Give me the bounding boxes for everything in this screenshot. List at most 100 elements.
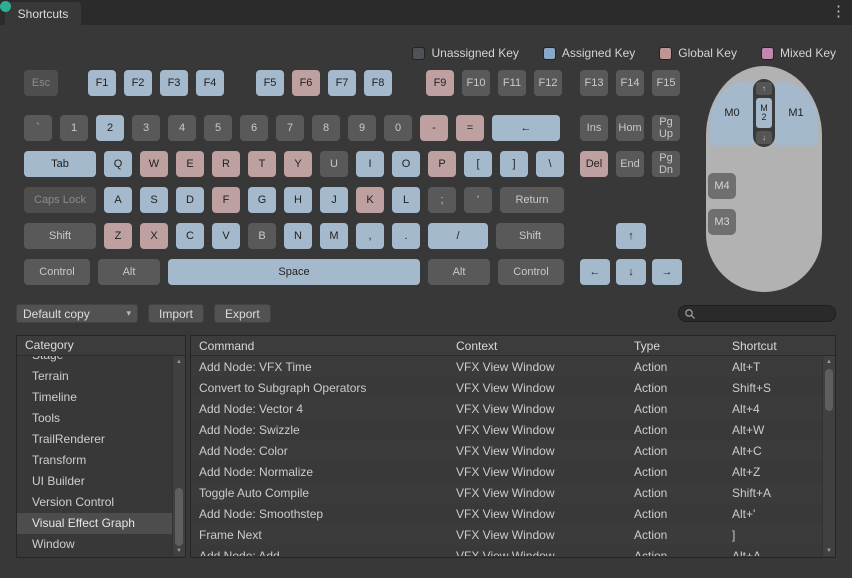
table-row[interactable]: Add Node: SwizzleVFX View WindowActionAl… [191,419,822,440]
key-shift[interactable]: Shift [496,223,564,249]
key-3[interactable]: 3 [132,115,160,141]
table-scrollbar-thumb[interactable] [825,369,833,411]
key-f14[interactable]: F14 [616,70,644,96]
key-return[interactable]: Return [500,187,564,213]
key-t[interactable]: T [248,151,276,177]
key-v[interactable]: V [212,223,240,249]
import-button[interactable]: Import [148,304,204,323]
scroll-down-icon[interactable]: ▼ [823,545,835,556]
category-item-window[interactable]: Window [17,534,172,555]
category-item-terrain[interactable]: Terrain [17,366,172,387]
key-f10[interactable]: F10 [462,70,490,96]
key-n[interactable]: N [284,223,312,249]
key-pg-dn[interactable]: Pg Dn [652,151,680,177]
category-item-ui-builder[interactable]: UI Builder [17,471,172,492]
key-6[interactable]: 6 [240,115,268,141]
key-m[interactable]: M [320,223,348,249]
key-alt[interactable]: Alt [98,259,160,285]
key-q[interactable]: Q [104,151,132,177]
table-row[interactable]: Add Node: AddVFX View WindowActionAlt+A [191,545,822,556]
table-row[interactable]: Add Node: Vector 4VFX View WindowActionA… [191,398,822,419]
search-input[interactable] [696,307,830,321]
key-k[interactable]: K [356,187,384,213]
key-[[interactable]: [ [464,151,492,177]
key-][interactable]: ] [500,151,528,177]
table-row[interactable]: Add Node: VFX TimeVFX View WindowActionA… [191,356,822,377]
key-8[interactable]: 8 [312,115,340,141]
key-f8[interactable]: F8 [364,70,392,96]
key-.[interactable]: . [392,223,420,249]
key-`[interactable]: ` [24,115,52,141]
key-p[interactable]: P [428,151,456,177]
key-a[interactable]: A [104,187,132,213]
key-ins[interactable]: Ins [580,115,608,141]
key-j[interactable]: J [320,187,348,213]
key-1[interactable]: 1 [60,115,88,141]
category-item-trailrenderer[interactable]: TrailRenderer [17,429,172,450]
mouse-button-m1[interactable]: M1 [774,81,818,145]
key-f11[interactable]: F11 [498,70,526,96]
key-g[interactable]: G [248,187,276,213]
key-↓[interactable]: ↓ [616,259,646,285]
wheel-up-button[interactable]: ↑ [756,82,772,95]
key-=[interactable]: = [456,115,484,141]
wheel-down-button[interactable]: ↓ [756,131,772,144]
category-item-transform[interactable]: Transform [17,450,172,471]
mouse-button-m3[interactable]: M3 [708,209,736,235]
key-c[interactable]: C [176,223,204,249]
mouse-button-m0[interactable]: M0 [710,81,754,145]
key-shift[interactable]: Shift [24,223,96,249]
key-w[interactable]: W [140,151,168,177]
category-item-timeline[interactable]: Timeline [17,387,172,408]
key-esc[interactable]: Esc [24,70,58,96]
tab-shortcuts[interactable]: Shortcuts [5,2,81,25]
key-alt[interactable]: Alt [428,259,490,285]
key-r[interactable]: R [212,151,240,177]
column-header-context[interactable]: Context [456,339,634,353]
table-row[interactable]: Frame NextVFX View WindowAction] [191,524,822,545]
key-u[interactable]: U [320,151,348,177]
table-row[interactable]: Add Node: NormalizeVFX View WindowAction… [191,461,822,482]
key-f5[interactable]: F5 [256,70,284,96]
key-f6[interactable]: F6 [292,70,320,96]
table-row[interactable]: Convert to Subgraph OperatorsVFX View Wi… [191,377,822,398]
key-f[interactable]: F [212,187,240,213]
key-d[interactable]: D [176,187,204,213]
key-l[interactable]: L [392,187,420,213]
search-field[interactable] [678,305,836,322]
key-f1[interactable]: F1 [88,70,116,96]
category-item-visual-effect-graph[interactable]: Visual Effect Graph [17,513,172,534]
key-f12[interactable]: F12 [534,70,562,96]
key-7[interactable]: 7 [276,115,304,141]
key-4[interactable]: 4 [168,115,196,141]
scroll-down-icon[interactable]: ▼ [173,545,185,556]
key-f13[interactable]: F13 [580,70,608,96]
key-'[interactable]: ' [464,187,492,213]
scroll-up-icon[interactable]: ▲ [173,356,185,367]
key-;[interactable]: ; [428,187,456,213]
key-del[interactable]: Del [580,151,608,177]
table-scrollbar[interactable]: ▲ ▼ [822,356,835,556]
key-←[interactable]: ← [580,259,610,285]
key-x[interactable]: X [140,223,168,249]
key-f15[interactable]: F15 [652,70,680,96]
key--[interactable]: - [420,115,448,141]
category-scrollbar-thumb[interactable] [175,488,183,546]
table-row[interactable]: Add Node: ColorVFX View WindowActionAlt+… [191,440,822,461]
export-button[interactable]: Export [214,304,271,323]
key-←[interactable]: ← [492,115,560,141]
key-h[interactable]: H [284,187,312,213]
category-item-stage[interactable]: Stage [17,356,172,366]
table-row[interactable]: Toggle Auto CompileVFX View WindowAction… [191,482,822,503]
scroll-up-icon[interactable]: ▲ [823,356,835,367]
key-s[interactable]: S [140,187,168,213]
key-y[interactable]: Y [284,151,312,177]
key-f4[interactable]: F4 [196,70,224,96]
key-9[interactable]: 9 [348,115,376,141]
key-space[interactable]: Space [168,259,420,285]
key-tab[interactable]: Tab [24,151,96,177]
key-,[interactable]: , [356,223,384,249]
key-caps-lock[interactable]: Caps Lock [24,187,96,213]
category-scrollbar[interactable]: ▲ ▼ [172,356,185,556]
key-i[interactable]: I [356,151,384,177]
